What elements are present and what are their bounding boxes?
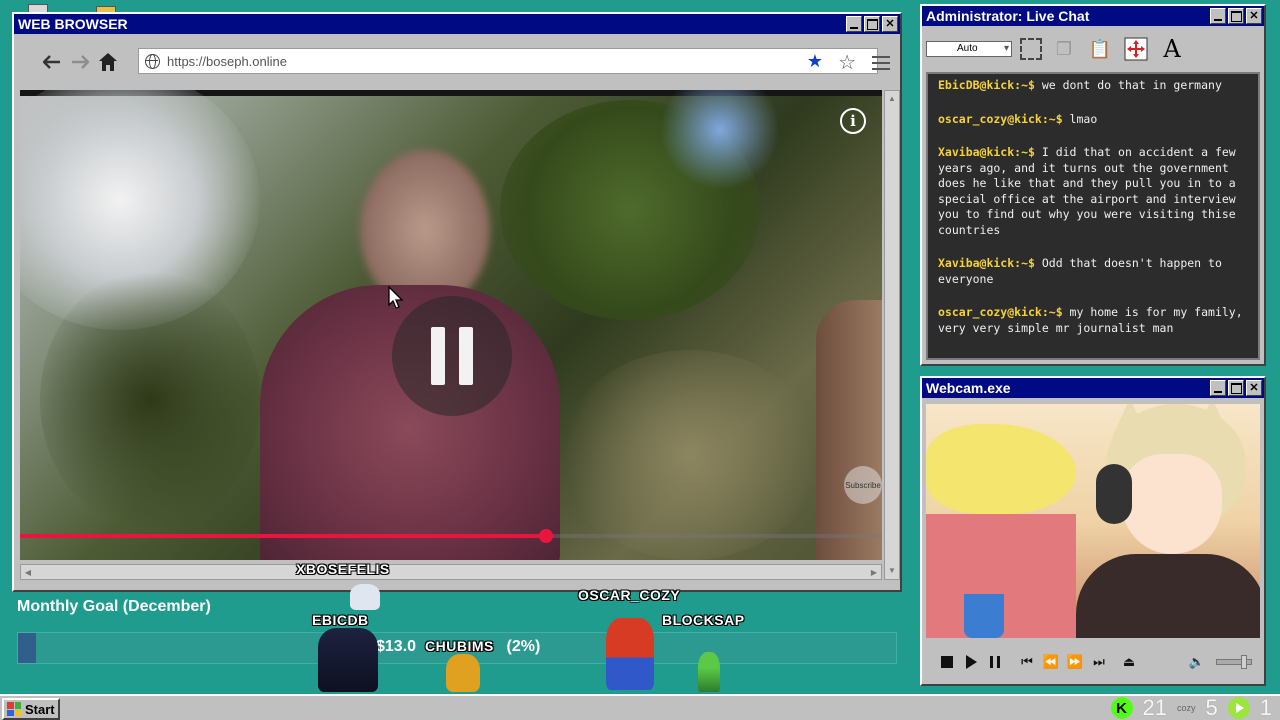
- chat-message: oscar_cozy@kick:~$ my home is for my fam…: [938, 305, 1250, 336]
- tray-count: 1: [1259, 695, 1272, 720]
- select-tool-icon[interactable]: [1020, 38, 1042, 60]
- avatar-sprite: [318, 628, 378, 692]
- chat-message: oscar_cozy@kick:~$ lmao: [938, 112, 1250, 128]
- bookmark-star-filled-icon[interactable]: ★: [807, 51, 823, 72]
- avatar-sprite: [698, 652, 720, 692]
- chat-toolbar: Auto ❐ 📋 A: [926, 30, 1260, 68]
- chat-text: lmao: [1062, 111, 1098, 126]
- maximize-button[interactable]: [1228, 380, 1244, 396]
- forward-arrow-icon[interactable]: [66, 48, 94, 76]
- start-label: Start: [25, 701, 55, 717]
- eject-icon[interactable]: ⏏: [1120, 653, 1138, 671]
- video-player[interactable]: i Subscribe: [20, 90, 882, 560]
- chat-log: EbicDB@kick:~$ we dont do that in german…: [926, 72, 1260, 360]
- bookmark-star-icon[interactable]: ☆: [838, 50, 856, 75]
- browser-titlebar[interactable]: WEB BROWSER: [14, 14, 900, 34]
- chat-titlebar[interactable]: Administrator: Live Chat: [922, 6, 1264, 26]
- webcam-title: Webcam.exe: [926, 380, 1011, 396]
- goal-progress-fill: [18, 633, 36, 663]
- browser-title: WEB BROWSER: [18, 16, 128, 32]
- chat-window: Administrator: Live Chat Auto ❐ 📋 A Ebic…: [920, 4, 1266, 366]
- avatar-sprite: [606, 618, 654, 690]
- avatar-label: OSCAR_COZY: [578, 587, 681, 603]
- mug-image: [964, 594, 1004, 638]
- globe-icon: [145, 53, 160, 69]
- url-text: https://boseph.online: [167, 53, 287, 69]
- maximize-button[interactable]: [1228, 8, 1244, 24]
- minimize-button[interactable]: [1210, 380, 1226, 396]
- avatar-sprite: [350, 584, 380, 610]
- taskbar: Start K 21 cozy 5 1: [0, 694, 1280, 720]
- minimize-button[interactable]: [846, 16, 862, 32]
- person-right: [816, 300, 882, 560]
- address-bar[interactable]: https://boseph.online ★: [138, 48, 878, 74]
- copy-icon[interactable]: ❐: [1050, 35, 1078, 63]
- volume-slider[interactable]: [1216, 655, 1252, 669]
- text-tool-icon[interactable]: A: [1158, 35, 1186, 63]
- video-progress-thumb[interactable]: [538, 529, 553, 543]
- tray-count: 5: [1205, 695, 1218, 720]
- pause-icon[interactable]: [392, 296, 512, 416]
- hamburger-menu-icon[interactable]: [872, 56, 890, 70]
- video-progress-fill: [20, 534, 546, 538]
- avatar-label: CHUBIMS: [425, 638, 494, 654]
- avatar-label: XBOSEFELIS: [296, 561, 390, 577]
- chat-username: oscar_cozy@kick:~$: [938, 111, 1063, 126]
- avatar-sprite: [446, 654, 480, 692]
- goal-amount-value: $13.0: [376, 638, 417, 655]
- skip-back-icon[interactable]: ⏮: [1018, 653, 1036, 671]
- home-icon[interactable]: [94, 48, 122, 76]
- rewind-icon[interactable]: ⏪: [1042, 653, 1060, 671]
- close-button[interactable]: [1246, 8, 1262, 24]
- horizontal-scrollbar[interactable]: ◀ ▶: [20, 564, 882, 580]
- maximize-button[interactable]: [864, 16, 880, 32]
- avatar-label: BLOCKSAP: [662, 612, 745, 628]
- chat-username: Xaviba@kick:~$: [938, 145, 1035, 159]
- chat-username: EbicDB@kick:~$: [938, 78, 1035, 92]
- fast-forward-icon[interactable]: ⏩: [1066, 653, 1084, 671]
- move-icon[interactable]: [1122, 35, 1150, 63]
- skip-forward-icon[interactable]: ⏭: [1090, 653, 1108, 671]
- speaker-icon[interactable]: 🔈: [1188, 653, 1206, 671]
- chat-title: Administrator: Live Chat: [926, 8, 1090, 24]
- mouse-cursor-icon: [388, 286, 404, 309]
- kick-icon[interactable]: K: [1110, 697, 1133, 719]
- viewer-count: 21: [1142, 695, 1167, 720]
- chat-message: EbicDB@kick:~$ we dont do that in german…: [938, 78, 1250, 94]
- vertical-scrollbar[interactable]: ▲ ▼: [884, 90, 900, 580]
- webcam-window: Webcam.exe ⏮ ⏪ ⏩ ⏭ ⏏ 🔈: [920, 376, 1266, 686]
- webcam-feed: [926, 404, 1260, 638]
- stop-icon[interactable]: [938, 653, 956, 671]
- play-circle-icon[interactable]: [1227, 697, 1250, 719]
- chat-username: oscar_cozy@kick:~$: [938, 305, 1063, 319]
- headphones-image: [1096, 464, 1132, 524]
- cozy-icon[interactable]: cozy: [1177, 703, 1196, 713]
- media-controls: ⏮ ⏪ ⏩ ⏭ ⏏ 🔈: [926, 646, 1260, 678]
- video-progress-bar[interactable]: [20, 529, 882, 543]
- pause-button-icon[interactable]: [986, 653, 1004, 671]
- windows-logo-icon: [7, 702, 21, 716]
- chat-message: Xaviba@kick:~$ Odd that doesn't happen t…: [938, 256, 1250, 287]
- avatar-face: [1122, 454, 1222, 554]
- system-tray: K 21 cozy 5 1: [1110, 695, 1272, 720]
- close-button[interactable]: [1246, 380, 1262, 396]
- minimize-button[interactable]: [1210, 8, 1226, 24]
- avatar-label: EBICDB: [312, 612, 369, 628]
- goal-title: Monthly Goal (December): [17, 598, 211, 615]
- goal-percent: (2%): [506, 638, 541, 655]
- chat-message: Xaviba@kick:~$ I did that on accident a …: [938, 145, 1250, 238]
- back-arrow-icon[interactable]: [38, 48, 66, 76]
- close-button[interactable]: [882, 16, 898, 32]
- start-button[interactable]: Start: [2, 698, 60, 720]
- play-icon[interactable]: [962, 653, 980, 671]
- webcam-titlebar[interactable]: Webcam.exe: [922, 378, 1264, 398]
- info-icon[interactable]: i: [840, 108, 866, 134]
- font-size-select[interactable]: Auto: [926, 41, 1012, 57]
- paste-icon[interactable]: 📋: [1086, 35, 1114, 63]
- chat-text: we dont do that in germany: [1034, 78, 1222, 92]
- chat-username: Xaviba@kick:~$: [938, 256, 1035, 270]
- browser-window: WEB BROWSER https://boseph.online ★ ☆: [12, 12, 902, 592]
- subscribe-badge[interactable]: Subscribe: [844, 466, 882, 504]
